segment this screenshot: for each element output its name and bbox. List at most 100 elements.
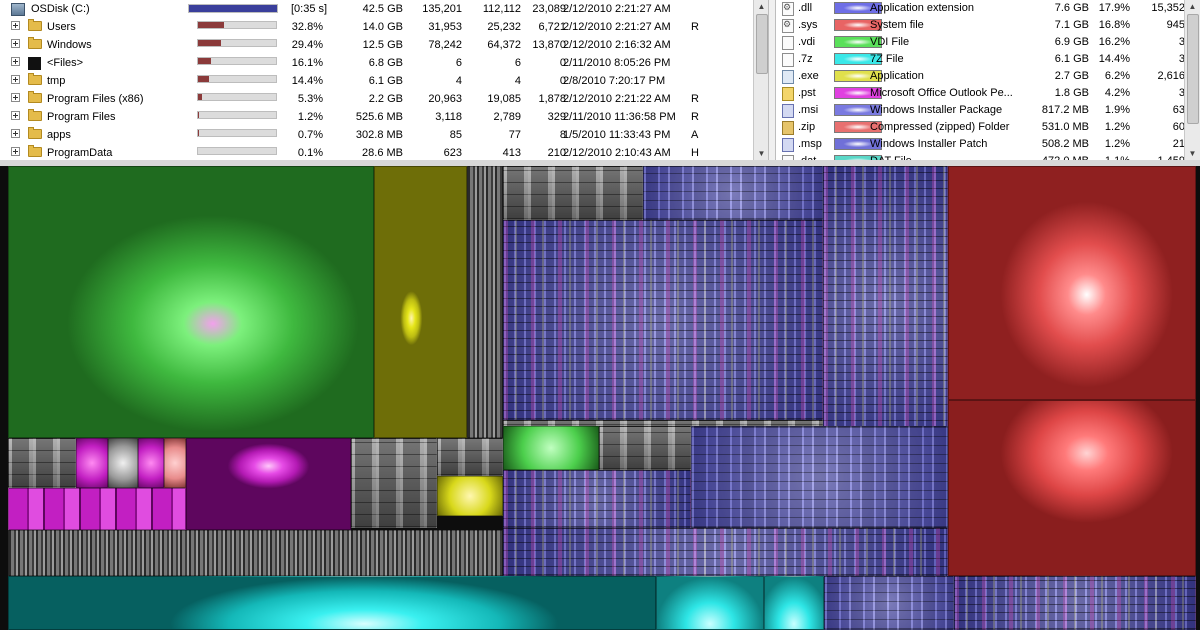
extension-row[interactable]: .msi Windows Installer Package 817.2 MB 1.9… bbox=[776, 102, 1185, 119]
treemap-tile-pink[interactable] bbox=[164, 438, 186, 488]
scroll-thumb[interactable] bbox=[756, 14, 768, 74]
subdirs-cell: 23,089 bbox=[532, 3, 566, 15]
expand-icon[interactable] bbox=[11, 21, 20, 30]
extension-cell: .pst bbox=[798, 87, 816, 99]
treemap-block-mixed-right[interactable] bbox=[823, 166, 948, 438]
pane-splitter[interactable] bbox=[768, 0, 776, 160]
treemap-block-stripes-bottom-left[interactable] bbox=[8, 530, 503, 576]
treemap-tile-sys-top[interactable] bbox=[948, 166, 1196, 400]
treemap-block-blue-bottom[interactable] bbox=[824, 576, 954, 630]
scroll-up-arrow-icon[interactable]: ▲ bbox=[1187, 1, 1198, 12]
treemap-tile-sys-bottom[interactable] bbox=[948, 400, 1196, 576]
expand-icon[interactable] bbox=[11, 129, 20, 138]
expand-icon[interactable] bbox=[11, 39, 20, 48]
description-cell: VDI File bbox=[870, 36, 910, 48]
tree-root-row[interactable]: OSDisk (C:) [0:35 s] 42.5 GB 135,201 112… bbox=[0, 0, 753, 18]
treemap-block-gray-top[interactable] bbox=[503, 166, 643, 220]
tree-row[interactable]: ProgramData 0.1% 28.6 MB 623 413 210 2/12/2010… bbox=[0, 144, 753, 160]
extension-cell: .exe bbox=[798, 70, 819, 82]
treemap-tile-stack[interactable] bbox=[467, 166, 503, 438]
tree-row[interactable]: Program Files (x86) 5.3% 2.2 GB 20,963 19,08… bbox=[0, 90, 753, 108]
size-cell: 12.5 GB bbox=[362, 39, 403, 51]
treemap-tile-7z[interactable] bbox=[8, 576, 656, 630]
treemap-tile-vdi[interactable] bbox=[8, 166, 374, 438]
treemap-block-gray-left[interactable] bbox=[8, 438, 76, 488]
treemap-tile-gray-orb[interactable] bbox=[108, 438, 138, 488]
treemap-block-blue-top[interactable] bbox=[643, 166, 823, 220]
treemap-block-blue-lower[interactable] bbox=[691, 426, 948, 528]
treemap-block-gray-lower[interactable] bbox=[599, 426, 691, 470]
treemap-tile-pst-large[interactable] bbox=[186, 438, 351, 530]
extension-row[interactable]: .7z 7Z File 6.1 GB 14.4% 3 bbox=[776, 51, 1185, 68]
size-cell: 525.6 MB bbox=[355, 111, 403, 123]
extension-row[interactable]: .dll Application extension 7.6 GB 17.9% 15,3… bbox=[776, 0, 1185, 17]
extension-row[interactable]: .sys System file 7.1 GB 16.8% 945 bbox=[776, 17, 1185, 34]
extension-row[interactable]: .msp Windows Installer Patch 508.2 MB 1.2% 2… bbox=[776, 136, 1185, 153]
description-cell: Windows Installer Package bbox=[870, 104, 1003, 116]
size-cell: 28.6 MB bbox=[362, 147, 403, 159]
treemap-block-mixed-lower[interactable] bbox=[503, 470, 691, 528]
treemap-block-gray-mid-left[interactable] bbox=[351, 438, 437, 528]
treemap-tile-7z-2[interactable] bbox=[656, 576, 764, 630]
treemap-tile-pst-1[interactable] bbox=[76, 438, 108, 488]
extension-row[interactable]: .exe Application 2.7 GB 6.2% 2,616 bbox=[776, 68, 1185, 85]
treemap-tile-7z-3[interactable] bbox=[764, 576, 824, 630]
bytes-cell: 2.7 GB bbox=[1054, 70, 1089, 82]
bytes-cell: 7.6 GB bbox=[1054, 2, 1089, 14]
subtree-percent-bar bbox=[188, 4, 278, 13]
items-cell: 3,118 bbox=[435, 111, 462, 123]
treemap-block-mixed-bottom[interactable] bbox=[503, 528, 948, 576]
tree-row[interactable]: Users 32.8% 14.0 GB 31,953 25,232 6,721 2/12/2… bbox=[0, 18, 753, 36]
extension-list-pane[interactable]: .dll Application extension 7.6 GB 17.9% 15,3… bbox=[776, 0, 1200, 161]
items-cell: 6 bbox=[455, 57, 462, 69]
treemap-tile-magenta-row[interactable] bbox=[8, 488, 186, 530]
percent-cell: 0.7% bbox=[297, 129, 323, 141]
items-cell: 85 bbox=[449, 129, 462, 141]
scroll-thumb[interactable] bbox=[1187, 14, 1199, 124]
extension-row[interactable]: .pst Microsoft Office Outlook Pe... 1.8 GB… bbox=[776, 85, 1185, 102]
last-change-cell: 2/12/2010 2:21:27 AM bbox=[563, 3, 671, 15]
extension-row[interactable]: .zip Compressed (zipped) Folder 531.0 MB 1.… bbox=[776, 119, 1185, 136]
treemap-tile-pst-2[interactable] bbox=[138, 438, 164, 488]
tree-row[interactable]: tmp 14.4% 6.1 GB 4 4 0 2/8/2010 7:20:17 PM bbox=[0, 72, 753, 90]
treemap-tile-green-small[interactable] bbox=[503, 426, 599, 470]
folder-icon bbox=[28, 145, 42, 157]
tree-row[interactable]: <Files> 16.1% 6.8 GB 6 6 0 2/11/2010 8:05:26 P… bbox=[0, 54, 753, 72]
expand-icon[interactable] bbox=[11, 57, 20, 66]
treemap-block-mixed-corner[interactable] bbox=[954, 576, 1196, 630]
last-change-cell: 2/12/2010 2:21:27 AM bbox=[563, 21, 671, 33]
size-cell: 2.2 GB bbox=[368, 93, 403, 105]
description-cell: Compressed (zipped) Folder bbox=[870, 121, 1010, 133]
scroll-down-arrow-icon[interactable]: ▼ bbox=[1187, 148, 1198, 159]
subtree-percent-bar bbox=[197, 21, 277, 29]
treemap-block-gray-small[interactable] bbox=[437, 438, 503, 476]
treemap-tile-exe-large[interactable] bbox=[374, 166, 467, 438]
treemap-view[interactable] bbox=[0, 166, 1200, 630]
folder-icon bbox=[28, 91, 42, 103]
scroll-down-arrow-icon[interactable]: ▼ bbox=[756, 148, 767, 159]
expand-icon[interactable] bbox=[11, 147, 20, 156]
folder-icon bbox=[28, 73, 42, 85]
extension-vertical-scrollbar[interactable]: ▲ ▼ bbox=[1184, 0, 1200, 160]
expand-icon[interactable] bbox=[11, 111, 20, 120]
size-cell: 302.8 MB bbox=[355, 129, 403, 141]
tree-vertical-scrollbar[interactable]: ▲ ▼ bbox=[753, 0, 768, 160]
file-icon bbox=[782, 53, 794, 67]
extension-cell: .7z bbox=[798, 53, 813, 65]
treemap-tile-yellow-small[interactable] bbox=[437, 476, 503, 516]
folder-icon bbox=[28, 109, 42, 121]
tree-row[interactable]: Program Files 1.2% 525.6 MB 3,118 2,789 329 2/… bbox=[0, 108, 753, 126]
directory-tree-pane[interactable]: OSDisk (C:) [0:35 s] 42.5 GB 135,201 112… bbox=[0, 0, 768, 161]
extension-row[interactable]: .vdi VDI File 6.9 GB 16.2% 3 bbox=[776, 34, 1185, 51]
expand-icon[interactable] bbox=[11, 75, 20, 84]
expand-icon[interactable] bbox=[11, 93, 20, 102]
treemap-block-mixed-main[interactable] bbox=[503, 220, 823, 420]
last-change-cell: 2/12/2010 2:10:43 AM bbox=[563, 147, 671, 159]
tree-row[interactable]: apps 0.7% 302.8 MB 85 77 8 1/5/2010 11:33:43 P… bbox=[0, 126, 753, 144]
root-name: OSDisk (C:) bbox=[31, 3, 90, 15]
tree-row[interactable]: Windows 29.4% 12.5 GB 78,242 64,372 13,870 2/1… bbox=[0, 36, 753, 54]
extension-cell: .msi bbox=[798, 104, 819, 116]
percent-cell: 14.4% bbox=[1098, 53, 1130, 65]
scroll-up-arrow-icon[interactable]: ▲ bbox=[756, 1, 767, 12]
subtree-percent-bar bbox=[197, 147, 277, 155]
